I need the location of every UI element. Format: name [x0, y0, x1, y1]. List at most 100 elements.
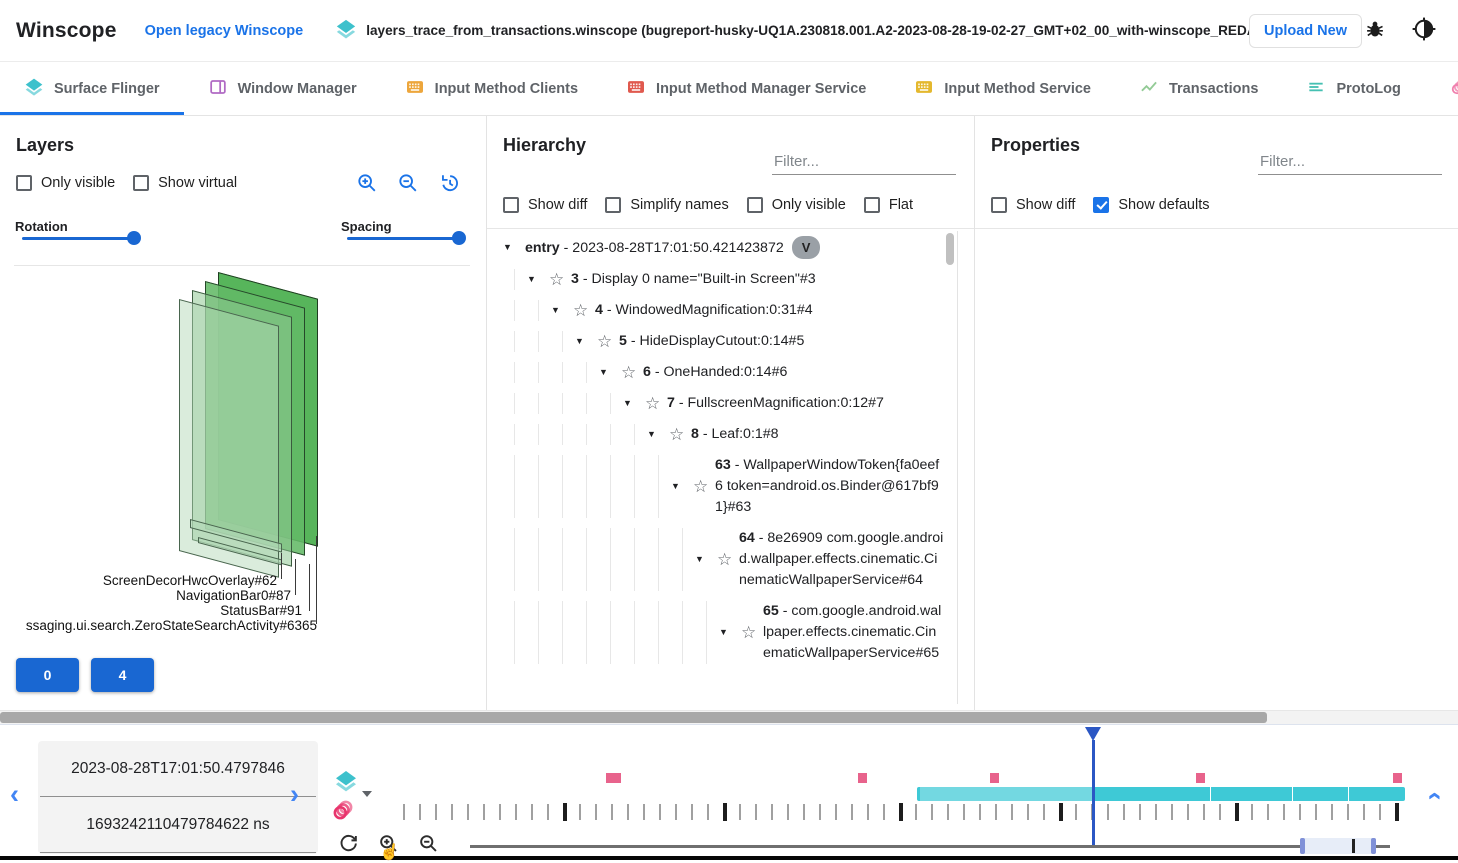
tree-node-7[interactable]: ▼☆7 - FullscreenMagnification:0:12#7 — [487, 388, 960, 419]
zoom-in-icon[interactable] — [356, 172, 378, 199]
timeline-tick — [1251, 804, 1253, 820]
transitions-trace-icon[interactable] — [330, 797, 356, 828]
checkbox-flat[interactable]: Flat — [864, 197, 913, 213]
expand-caret-icon[interactable]: ▼ — [671, 476, 693, 497]
pin-star-icon[interactable]: ☆ — [549, 269, 571, 290]
tree-node-5[interactable]: ▼☆5 - HideDisplayCutout:0:14#5 — [487, 326, 960, 357]
checkbox-only-visible[interactable]: Only visible — [747, 197, 846, 213]
tree-node-8[interactable]: ▼☆8 - Leaf:0:1#8 — [487, 419, 960, 450]
pin-star-icon[interactable]: ☆ — [669, 424, 691, 445]
checkbox-only-visible[interactable]: Only visible — [16, 175, 115, 191]
expand-caret-icon[interactable]: ▼ — [599, 362, 621, 383]
pin-star-icon[interactable]: ☆ — [693, 476, 715, 497]
hierarchy-tree: ▼entry - 2023-08-28T17:01:50.421423872V▼… — [487, 231, 960, 704]
spacing-slider-thumb[interactable] — [452, 231, 466, 245]
checkbox-show-virtual[interactable]: Show virtual — [133, 175, 237, 191]
tree-node-label: 65 - com.google.android.wallpaper.effect… — [763, 601, 944, 664]
checkbox-show-diff[interactable]: Show diff — [503, 197, 587, 213]
expand-caret-icon[interactable]: ▼ — [647, 424, 669, 445]
pin-star-icon[interactable]: ☆ — [573, 300, 595, 321]
timeline-cursor-head[interactable] — [1085, 727, 1101, 741]
expand-caret-icon[interactable]: ▼ — [551, 300, 573, 321]
prev-entry-button[interactable]: ‹ — [10, 781, 19, 808]
hierarchy-panel: Hierarchy Show diff Simplify names Only … — [487, 115, 975, 710]
tab-transactions[interactable]: Transactions — [1115, 62, 1282, 115]
pin-star-icon[interactable]: ☆ — [621, 362, 643, 383]
checkbox-show-diff[interactable]: Show diff — [991, 197, 1075, 213]
tab-surface-flinger[interactable]: Surface Flinger — [0, 62, 184, 115]
display-id-button[interactable]: 0 — [16, 658, 79, 692]
pin-star-icon[interactable]: ☆ — [717, 549, 739, 570]
timeline-tick — [1027, 804, 1029, 820]
expand-caret-icon[interactable]: ▼ — [695, 549, 717, 570]
tab-label: Input Method Service — [944, 81, 1091, 97]
timeline-tick — [627, 804, 629, 820]
timeline-tick — [499, 804, 501, 820]
rotation-slider-thumb[interactable] — [127, 231, 141, 245]
event-marker[interactable] — [990, 773, 999, 783]
pin-star-icon[interactable]: ☆ — [741, 622, 763, 643]
expand-caret-icon[interactable]: ▼ — [719, 622, 741, 643]
event-marker[interactable] — [858, 773, 867, 783]
pin-star-icon[interactable]: ☆ — [645, 393, 667, 414]
expand-caret-icon[interactable]: ▼ — [527, 269, 549, 290]
timeline-scrollbar-track[interactable] — [0, 711, 1458, 725]
tree-node-label: 4 - WindowedMagnification:0:31#4 — [595, 300, 944, 321]
tree-node-entry[interactable]: ▼entry - 2023-08-28T17:01:50.421423872V — [487, 231, 960, 264]
expand-caret-icon[interactable]: ▼ — [503, 237, 525, 258]
hierarchy-filter-input[interactable] — [772, 148, 956, 175]
timestamp-human-input[interactable]: 2023-08-28T17:01:50.4797846 — [38, 741, 318, 797]
tree-node-64[interactable]: ▼☆64 - 8e26909 com.google.android.wallpa… — [487, 523, 960, 596]
reset-view-icon[interactable] — [438, 172, 460, 199]
pin-star-icon[interactable]: ☆ — [597, 331, 619, 352]
dark-mode-toggle[interactable] — [1412, 17, 1436, 44]
range-slider-track[interactable] — [470, 845, 1390, 848]
collapse-timeline-button[interactable]: › — [1419, 792, 1445, 801]
range-slider-selection[interactable] — [1300, 838, 1376, 854]
tab-transitions[interactable]: Transitions — [1425, 62, 1458, 115]
open-legacy-winscope-link[interactable]: Open legacy Winscope — [145, 23, 304, 39]
indent-guide — [623, 601, 647, 664]
timeline-tick — [611, 804, 613, 820]
timeline-cursor-line[interactable] — [1092, 740, 1095, 846]
report-bug-button[interactable] — [1364, 18, 1386, 43]
expand-caret-icon[interactable]: ▼ — [623, 393, 645, 414]
tab-input-method-manager-service[interactable]: Input Method Manager Service — [602, 62, 890, 115]
tab-protolog[interactable]: ProtoLog — [1282, 62, 1424, 115]
tree-node-4[interactable]: ▼☆4 - WindowedMagnification:0:31#4 — [487, 295, 960, 326]
chevron-down-icon[interactable] — [362, 791, 372, 797]
event-marker[interactable] — [1393, 773, 1402, 783]
properties-filter-input[interactable] — [1258, 148, 1442, 175]
range-slider-handle-right[interactable] — [1371, 838, 1376, 854]
checkbox-show-defaults[interactable]: Show defaults — [1093, 197, 1209, 213]
chart-icon — [1139, 77, 1159, 101]
tree-scrollbar[interactable] — [946, 233, 954, 265]
timeline-tick — [595, 804, 597, 820]
tree-node-65[interactable]: ▼☆65 - com.google.android.wallpaper.effe… — [487, 596, 960, 669]
display-id-button[interactable]: 4 — [91, 658, 154, 692]
tree-node-63[interactable]: ▼☆63 - WallpaperWindowToken{fa0eef6 toke… — [487, 450, 960, 523]
tab-input-method-service[interactable]: Input Method Service — [890, 62, 1115, 115]
timeline-tick — [931, 804, 933, 820]
tab-window-manager[interactable]: Window Manager — [184, 62, 381, 115]
next-entry-button[interactable]: › — [290, 781, 299, 808]
indent-guide — [623, 424, 647, 445]
timeline-tick — [947, 804, 949, 820]
loaded-trace-file: layers_trace_from_transactions.winscope … — [335, 18, 1235, 43]
indent-guide — [503, 528, 527, 591]
timestamp-ns-input[interactable]: 1693242110479784622 ns — [38, 797, 318, 853]
event-marker[interactable] — [1196, 773, 1205, 783]
event-marker[interactable] — [606, 773, 621, 783]
expand-caret-icon[interactable]: ▼ — [575, 331, 597, 352]
layers-trace-icon[interactable] — [334, 769, 358, 798]
range-slider-handle-left[interactable] — [1300, 838, 1305, 854]
zoom-out-icon[interactable] — [397, 172, 419, 199]
timeline-scrollbar-thumb[interactable] — [0, 712, 1267, 723]
tree-node-3[interactable]: ▼☆3 - Display 0 name="Built-in Screen"#3 — [487, 264, 960, 295]
timeline-tick — [691, 804, 693, 820]
tree-node-6[interactable]: ▼☆6 - OneHanded:0:14#6 — [487, 357, 960, 388]
upload-new-button[interactable]: Upload New — [1249, 14, 1362, 48]
indent-guide — [575, 393, 599, 414]
tab-input-method-clients[interactable]: Input Method Clients — [381, 62, 602, 115]
checkbox-simplify-names[interactable]: Simplify names — [605, 197, 728, 213]
